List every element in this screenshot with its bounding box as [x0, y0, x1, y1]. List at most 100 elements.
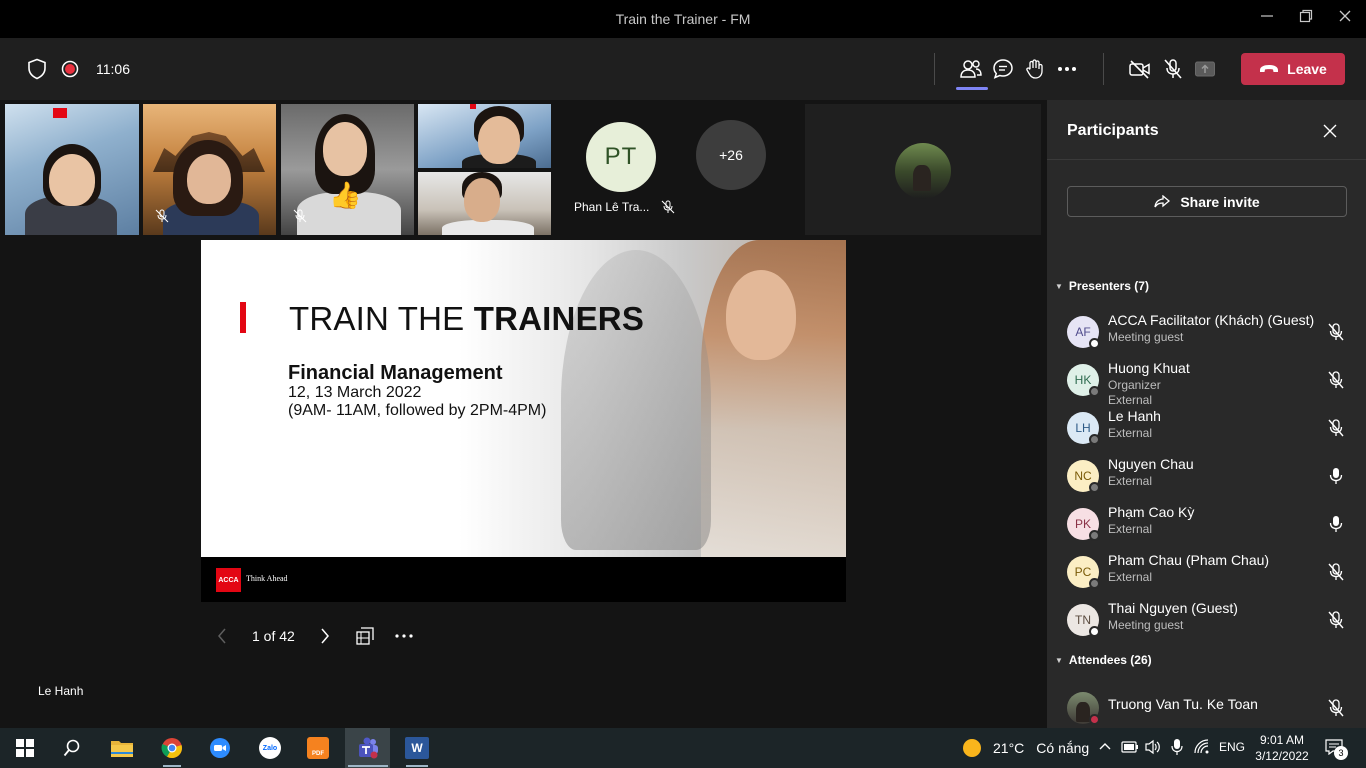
participants-active-indicator	[956, 87, 988, 90]
chevron-up-icon[interactable]	[1096, 737, 1114, 755]
mic-on-icon[interactable]	[1326, 466, 1346, 486]
slide-time: (9AM- 11AM, followed by 2PM-4PM)	[288, 402, 547, 419]
teams-icon[interactable]	[356, 736, 380, 760]
slide-more-icon[interactable]	[394, 626, 414, 646]
chat-icon[interactable]	[991, 57, 1015, 81]
presence-status-icon	[1089, 434, 1100, 445]
zoom-icon[interactable]	[208, 736, 232, 760]
zalo-icon[interactable]: Zalo	[258, 736, 282, 760]
shield-icon[interactable]	[25, 57, 49, 81]
window-titlebar: Train the Trainer - FM	[0, 0, 1366, 38]
chrome-icon[interactable]	[160, 736, 184, 760]
slide-accent-bar	[240, 302, 246, 333]
share-invite-button[interactable]: Share invite	[1067, 186, 1347, 217]
system-clock[interactable]: 9:01 AM 3/12/2022	[1250, 732, 1314, 764]
wifi-icon[interactable]	[1192, 737, 1212, 757]
participant-name: Thai Nguyen (Guest)	[1108, 600, 1238, 616]
slide-subtitle: Financial Management	[288, 362, 503, 384]
presenters-section-header[interactable]: ▼ Presenters (7)	[1055, 279, 1149, 293]
mic-off-icon	[155, 209, 169, 223]
mic-off-icon[interactable]	[1161, 57, 1185, 81]
microphone-tray-icon[interactable]	[1167, 737, 1187, 757]
language-indicator[interactable]: ENG	[1219, 740, 1245, 754]
restore-icon[interactable]	[1295, 8, 1317, 30]
clock-date: 3/12/2022	[1255, 749, 1309, 763]
list-item[interactable]: PC Pham Chau (Pham Chau) External	[1067, 552, 1349, 592]
mic-on-icon[interactable]	[1326, 514, 1346, 534]
participant-affiliation: External	[1108, 393, 1153, 407]
participant-role: Meeting guest	[1108, 618, 1184, 632]
clock-time: 9:01 AM	[1259, 733, 1305, 747]
chrome-running-indicator	[163, 765, 181, 767]
mic-off-icon[interactable]	[1326, 698, 1346, 718]
list-item[interactable]: PK Phạm Cao Kỳ External	[1067, 504, 1349, 544]
video-tile-3[interactable]: 👍	[281, 104, 414, 235]
mic-off-icon[interactable]	[1326, 610, 1346, 630]
leave-label: Leave	[1287, 61, 1327, 77]
share-tray-icon[interactable]	[1193, 57, 1217, 81]
list-item[interactable]: HK Huong Khuat Organizer External	[1067, 360, 1349, 407]
avatar[interactable]: PT	[586, 122, 656, 192]
mic-off-icon	[661, 200, 675, 214]
raise-hand-icon[interactable]	[1023, 57, 1047, 81]
toolbar-divider	[934, 53, 935, 85]
file-explorer-icon[interactable]	[110, 736, 134, 760]
leave-button[interactable]: Leave	[1241, 53, 1345, 85]
slide-photo-blur	[561, 250, 711, 550]
thumbs-up-reaction: 👍	[329, 180, 362, 210]
mic-off-icon[interactable]	[1326, 418, 1346, 438]
previous-slide-icon[interactable]	[212, 626, 232, 646]
background-logo	[470, 104, 476, 109]
video-tile-5[interactable]	[418, 172, 551, 235]
participants-panel: Participants Share invite ▼ Presenters (…	[1047, 100, 1366, 728]
overflow-participants-button[interactable]: +26	[696, 120, 766, 190]
next-slide-icon[interactable]	[315, 626, 335, 646]
battery-icon[interactable]	[1118, 737, 1140, 757]
slide-date: 12, 13 March 2022	[288, 384, 422, 401]
video-tile-1[interactable]	[5, 104, 139, 235]
search-icon[interactable]	[60, 736, 84, 760]
participant-role: Meeting guest	[1108, 330, 1184, 344]
participant-face	[464, 178, 500, 222]
video-tile-4[interactable]	[418, 104, 551, 168]
avatar-tile-name: Phan Lê Tra...	[574, 200, 675, 214]
meeting-toolbar: 11:06 Leave	[0, 38, 1366, 100]
participant-role: External	[1108, 426, 1153, 440]
close-icon[interactable]	[1334, 8, 1356, 30]
chevron-down-icon: ▼	[1055, 281, 1063, 291]
presence-status-icon	[1089, 626, 1100, 637]
speaker-icon[interactable]	[1143, 737, 1163, 757]
participant-name: Nguyen Chau	[1108, 456, 1194, 472]
list-item[interactable]: LH Le Hanh External	[1067, 408, 1349, 448]
participants-icon[interactable]	[959, 57, 983, 81]
phone-hangup-icon	[1260, 65, 1279, 72]
windows-start-icon[interactable]	[13, 736, 37, 760]
meeting-timer: 11:06	[96, 61, 130, 77]
weather-temp: 21°C	[993, 740, 1025, 756]
camera-off-icon[interactable]	[1128, 57, 1152, 81]
share-invite-label: Share invite	[1180, 193, 1260, 210]
participant-face	[187, 154, 231, 204]
more-icon[interactable]	[1055, 57, 1079, 81]
list-item[interactable]: Truong Van Tu. Ke Toan	[1067, 688, 1349, 728]
list-item[interactable]: AF ACCA Facilitator (Khách) (Guest) Meetin…	[1067, 312, 1349, 352]
participant-role: External	[1108, 522, 1153, 536]
video-tile-2[interactable]	[143, 104, 276, 235]
chevron-down-icon: ▼	[1055, 655, 1063, 665]
slide-grid-icon[interactable]	[355, 626, 375, 646]
list-item[interactable]: TN Thai Nguyen (Guest) Meeting guest	[1067, 600, 1349, 640]
participant-role: Organizer	[1108, 378, 1161, 392]
acca-logo: ACCA	[216, 568, 241, 592]
mic-off-icon[interactable]	[1326, 562, 1346, 582]
attendees-section-header[interactable]: ▼ Attendees (26)	[1055, 653, 1152, 667]
mic-off-icon[interactable]	[1326, 322, 1346, 342]
presenter-name: Le Hanh	[38, 684, 84, 698]
minimize-icon[interactable]	[1256, 8, 1278, 30]
weather-widget[interactable]: 21°C Có nắng	[963, 739, 1089, 757]
word-icon[interactable]: W	[405, 736, 429, 760]
foxit-pdf-icon[interactable]: PDF	[306, 736, 330, 760]
close-panel-icon[interactable]	[1321, 122, 1339, 140]
list-item[interactable]: NC Nguyen Chau External	[1067, 456, 1349, 496]
mic-off-icon[interactable]	[1326, 370, 1346, 390]
photo-avatar-tile[interactable]	[805, 104, 1041, 235]
